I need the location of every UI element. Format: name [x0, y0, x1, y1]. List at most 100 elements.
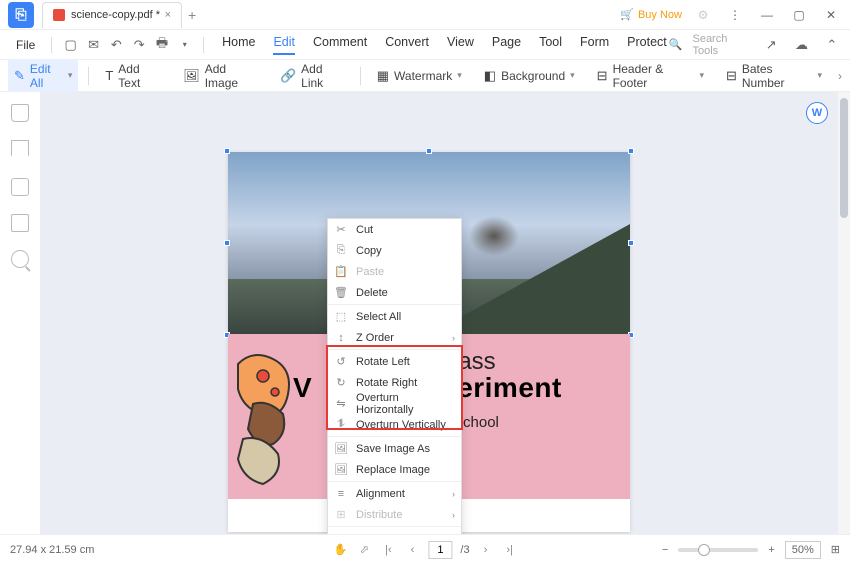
illustration	[233, 344, 328, 489]
menu-edit[interactable]: Edit	[273, 35, 295, 55]
header-footer-button[interactable]: ⊟Header & Footer▾	[591, 59, 710, 93]
chevron-right-icon: ›	[452, 510, 455, 520]
next-page-icon[interactable]: ›	[478, 544, 494, 556]
rotate-right-icon: ↻	[334, 376, 348, 389]
cloud-icon[interactable]: ☁	[791, 34, 811, 56]
print-caret-icon[interactable]: ▾	[174, 34, 195, 56]
fit-page-icon[interactable]: ⊞	[831, 543, 840, 556]
share-icon[interactable]: ↗	[761, 34, 781, 56]
ctx-delete[interactable]: 🗑Delete	[328, 282, 461, 303]
menu-page[interactable]: Page	[492, 35, 521, 55]
ctx-distribute: ⊞Distribute›	[328, 504, 461, 525]
menu-tool[interactable]: Tool	[539, 35, 562, 55]
ctx-alignment[interactable]: ≡Alignment›	[328, 483, 461, 504]
select-tool-icon[interactable]: ⬀	[356, 543, 372, 556]
background-button[interactable]: ◧Background▾	[478, 65, 581, 87]
last-page-icon[interactable]: ›|	[502, 544, 518, 556]
ctx-save-image-as[interactable]: 🖼Save Image As	[328, 438, 461, 459]
copy-icon: ⎘	[334, 244, 348, 257]
search-panel-button[interactable]	[11, 250, 29, 268]
ctx-rotate-right[interactable]: ↻Rotate Right	[328, 372, 461, 393]
ctx-cut[interactable]: ✂Cut	[328, 219, 461, 240]
zoom-percent-select[interactable]: 50%	[785, 541, 821, 559]
file-menu[interactable]: File	[8, 34, 43, 56]
watermark-icon: ▦	[377, 68, 389, 84]
save-icon[interactable]: ▢	[60, 34, 81, 56]
zoom-slider-knob[interactable]	[698, 544, 710, 556]
attachments-panel-button[interactable]	[11, 214, 29, 232]
mail-icon[interactable]: ✉	[83, 34, 104, 56]
ctx-z-order[interactable]: ↕Z Order›	[328, 327, 461, 348]
zoom-slider[interactable]	[678, 548, 758, 552]
print-icon[interactable]: 🖶	[152, 34, 173, 56]
distribute-icon: ⊞	[334, 508, 348, 521]
bookmarks-panel-button[interactable]	[11, 140, 29, 160]
menu-protect[interactable]: Protect	[627, 35, 667, 55]
hand-tool-icon[interactable]: ✋	[332, 543, 348, 556]
ctx-paste: 📋Paste	[328, 261, 461, 282]
save-image-icon: 🖼	[334, 442, 348, 455]
tab-title: science-copy.pdf *	[71, 9, 160, 21]
add-image-button[interactable]: 🖼Add Image	[177, 59, 264, 93]
chevron-right-icon: ›	[452, 333, 455, 343]
menu-comment[interactable]: Comment	[313, 35, 367, 55]
minimize-button[interactable]: —	[756, 8, 778, 22]
ctx-overturn-horizontal[interactable]: ⇋Overturn Horizontally	[328, 393, 461, 414]
menu-home[interactable]: Home	[222, 35, 255, 55]
rotate-left-icon: ↺	[334, 355, 348, 368]
buy-now-link[interactable]: 🛒 Buy Now	[620, 8, 682, 21]
menu-form[interactable]: Form	[580, 35, 609, 55]
flip-h-icon: ⇋	[334, 397, 348, 410]
page-total: /3	[460, 544, 469, 556]
link-icon: 🔗	[280, 68, 296, 84]
close-tab-icon[interactable]: ×	[165, 9, 171, 21]
select-all-icon: ⬚	[334, 310, 348, 323]
chevron-right-icon: ›	[452, 489, 455, 499]
ctx-overturn-vertical[interactable]: ⥮Overturn Vertically	[328, 414, 461, 435]
edit-all-button[interactable]: ✎Edit All▾	[8, 59, 78, 93]
image-icon: 🖼	[183, 68, 200, 84]
prev-page-icon[interactable]: ‹	[404, 544, 420, 556]
ctx-replace-image[interactable]: 🖼Replace Image	[328, 459, 461, 480]
scissors-icon: ✂	[334, 223, 348, 236]
new-tab-button[interactable]: +	[188, 7, 196, 23]
chevron-up-icon[interactable]: ⌃	[822, 34, 842, 56]
vertical-scrollbar[interactable]	[838, 92, 850, 534]
comments-panel-button[interactable]	[11, 178, 29, 196]
zoom-in-icon[interactable]: +	[768, 544, 774, 556]
align-icon: ≡	[334, 488, 348, 500]
scrollbar-thumb[interactable]	[840, 98, 848, 218]
add-text-button[interactable]: TAdd Text	[99, 59, 167, 93]
word-export-badge[interactable]: W	[806, 102, 828, 124]
add-link-button[interactable]: 🔗Add Link	[274, 59, 350, 93]
watermark-button[interactable]: ▦Watermark▾	[371, 65, 468, 87]
first-page-icon[interactable]: |‹	[380, 544, 396, 556]
maximize-button[interactable]: ▢	[788, 8, 810, 22]
ctx-select-all[interactable]: ⬚Select All	[328, 306, 461, 327]
background-icon: ◧	[484, 68, 496, 84]
trash-icon: 🗑	[334, 286, 348, 299]
pencil-icon: ✎	[14, 68, 25, 84]
ctx-copy[interactable]: ⎘Copy	[328, 240, 461, 261]
app-logo: ⎘	[8, 2, 34, 28]
header-footer-icon: ⊟	[597, 68, 608, 84]
menu-dots-icon[interactable]: ⋮	[724, 8, 746, 22]
search-tools-icon[interactable]: 🔍	[669, 38, 683, 51]
close-window-button[interactable]: ✕	[820, 8, 842, 22]
zoom-out-icon[interactable]: −	[662, 544, 668, 556]
menu-view[interactable]: View	[447, 35, 474, 55]
flip-v-icon: ⥮	[334, 418, 348, 431]
ctx-rotate-left[interactable]: ↺Rotate Left	[328, 351, 461, 372]
settings-icon[interactable]: ⚙	[692, 8, 714, 22]
zorder-icon: ↕	[334, 332, 348, 344]
menu-convert[interactable]: Convert	[385, 35, 429, 55]
undo-icon[interactable]: ↶	[106, 34, 127, 56]
paste-icon: 📋	[334, 265, 348, 278]
document-tab[interactable]: science-copy.pdf * ×	[42, 2, 182, 28]
redo-icon[interactable]: ↷	[129, 34, 150, 56]
toolbar-overflow-icon[interactable]: ›	[838, 69, 842, 83]
bates-number-button[interactable]: ⊟Bates Number▾	[720, 59, 828, 93]
page-number-input[interactable]	[428, 541, 452, 559]
search-tools-input[interactable]: Search Tools	[692, 33, 751, 57]
thumbnails-panel-button[interactable]	[11, 104, 29, 122]
